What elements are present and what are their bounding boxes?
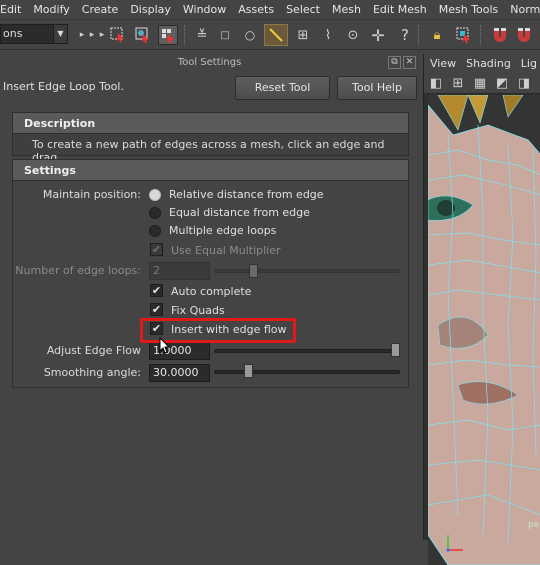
adjust-edge-flow-slider-handle[interactable] [391,343,400,357]
3d-viewport[interactable]: View Shading Lig ◧ ⊞ ▦ ◩ ◨ pe [423,54,540,565]
viewport-menu-view[interactable]: View [424,57,460,70]
multicut-icon[interactable] [264,24,288,46]
resolution-gate-icon[interactable]: ◨ [514,73,534,93]
snap-icon[interactable] [454,25,474,45]
face-mesh-render[interactable] [428,95,540,565]
auto-complete-checkbox[interactable]: ✔ [150,284,163,297]
magnet-icon[interactable] [490,25,510,45]
radio-multiple-loops-label: Multiple edge loops [169,224,277,237]
close-icon[interactable]: ✕ [403,56,416,69]
radio-relative-distance[interactable] [149,189,161,201]
menu-modify[interactable]: Modify [27,3,75,16]
radio-relative-distance-label: Relative distance from edge [169,188,324,201]
adjust-edge-flow-label: Adjust Edge Flow [46,344,141,357]
camera-icon[interactable]: ◧ [426,73,446,93]
film-gate-icon[interactable]: ◩ [492,73,512,93]
viewport-corner-label: pe [528,520,540,530]
num-edge-loops-label: Number of edge loops: [15,264,141,277]
lasso-icon[interactable] [133,25,153,45]
menu-mesh[interactable]: Mesh [326,3,367,16]
status-line-toolbar: ons ▼ ▸ ▸ ▸ ≚ □ ○ ⊞ ⌇ ⊙ ✛ ? 🔒︎ [0,20,540,50]
settings-header[interactable]: Settings [13,160,408,181]
soft-select-icon[interactable]: ≚ [192,25,212,45]
fix-quads-checkbox[interactable]: ✔ [150,303,163,316]
menu-edit-mesh[interactable]: Edit Mesh [367,3,433,16]
smoothing-angle-label: Smoothing angle: [43,366,141,379]
menu-mesh-tools[interactable]: Mesh Tools [433,3,505,16]
main-menu-bar: Edit Modify Create Display Window Assets… [0,0,540,20]
menu-create[interactable]: Create [76,3,125,16]
menu-edit[interactable]: Edit [0,3,27,16]
menu-set-dropdown[interactable]: ons ▼ [0,24,68,44]
panel-title: Tool Settings [177,57,242,68]
tool-help-button[interactable]: Tool Help [337,76,417,100]
radio-multiple-loops[interactable] [149,225,161,237]
help-icon[interactable]: ? [395,25,415,45]
description-header[interactable]: Description [13,113,408,134]
num-edge-loops-slider[interactable] [214,269,400,273]
cube-icon[interactable]: □ [215,25,235,45]
use-equal-multiplier-label: Use Equal Multiplier [171,244,281,257]
chevron-down-icon: ▼ [53,25,67,43]
radio-equal-distance[interactable] [149,207,161,219]
menu-assets[interactable]: Assets [232,3,280,16]
menu-display[interactable]: Display [124,3,177,16]
description-text: To create a new path of edges across a m… [32,138,385,164]
grid-icon[interactable]: ▦ [470,73,490,93]
curve-icon[interactable]: ⌇ [318,25,338,45]
lock-icon[interactable]: 🔒︎ [427,25,447,45]
target-icon[interactable]: ⊙ [343,25,363,45]
adjust-edge-flow-slider[interactable] [214,349,400,353]
tool-name: Insert Edge Loop Tool. [3,80,124,93]
viewport-menu-shading[interactable]: Shading [460,57,515,70]
arrow-select-icon[interactable] [108,25,128,45]
maintain-position-label: Maintain position: [42,188,141,201]
sphere-icon[interactable]: ○ [240,25,260,45]
viewport-menu-lighting[interactable]: Lig [515,57,540,70]
num-edge-loops-slider-handle[interactable] [249,264,258,278]
description-section: Description To create a new path of edge… [12,112,409,164]
float-panel-icon[interactable]: ⧉ [388,56,401,69]
viewport-icon-bar: ◧ ⊞ ▦ ◩ ◨ [424,72,540,94]
bookmark-icon[interactable]: ⊞ [448,73,468,93]
menu-set-value: ons [3,27,23,40]
reset-tool-button[interactable]: Reset Tool [235,76,330,100]
menu-select[interactable]: Select [280,3,326,16]
radio-equal-distance-label: Equal distance from edge [169,206,310,219]
mouse-cursor-icon [159,337,171,354]
grid-icon[interactable]: ⊞ [293,25,313,45]
smoothing-angle-slider-handle[interactable] [244,364,254,378]
use-equal-multiplier-checkbox[interactable]: ✔ [150,243,163,256]
smoothing-angle-field[interactable]: 30.0000 [149,364,210,382]
viewport-menu-bar: View Shading Lig [424,54,540,72]
fix-quads-label: Fix Quads [171,304,225,317]
auto-complete-label: Auto complete [171,285,252,298]
paint-select-icon[interactable] [158,25,178,45]
magnet-icon[interactable] [514,25,534,45]
smoothing-angle-slider[interactable] [214,370,400,374]
menu-window[interactable]: Window [177,3,232,16]
plus-icon[interactable]: ✛ [368,25,388,45]
num-edge-loops-field[interactable]: 2 [149,262,210,280]
menu-normals[interactable]: Normals [504,3,540,16]
